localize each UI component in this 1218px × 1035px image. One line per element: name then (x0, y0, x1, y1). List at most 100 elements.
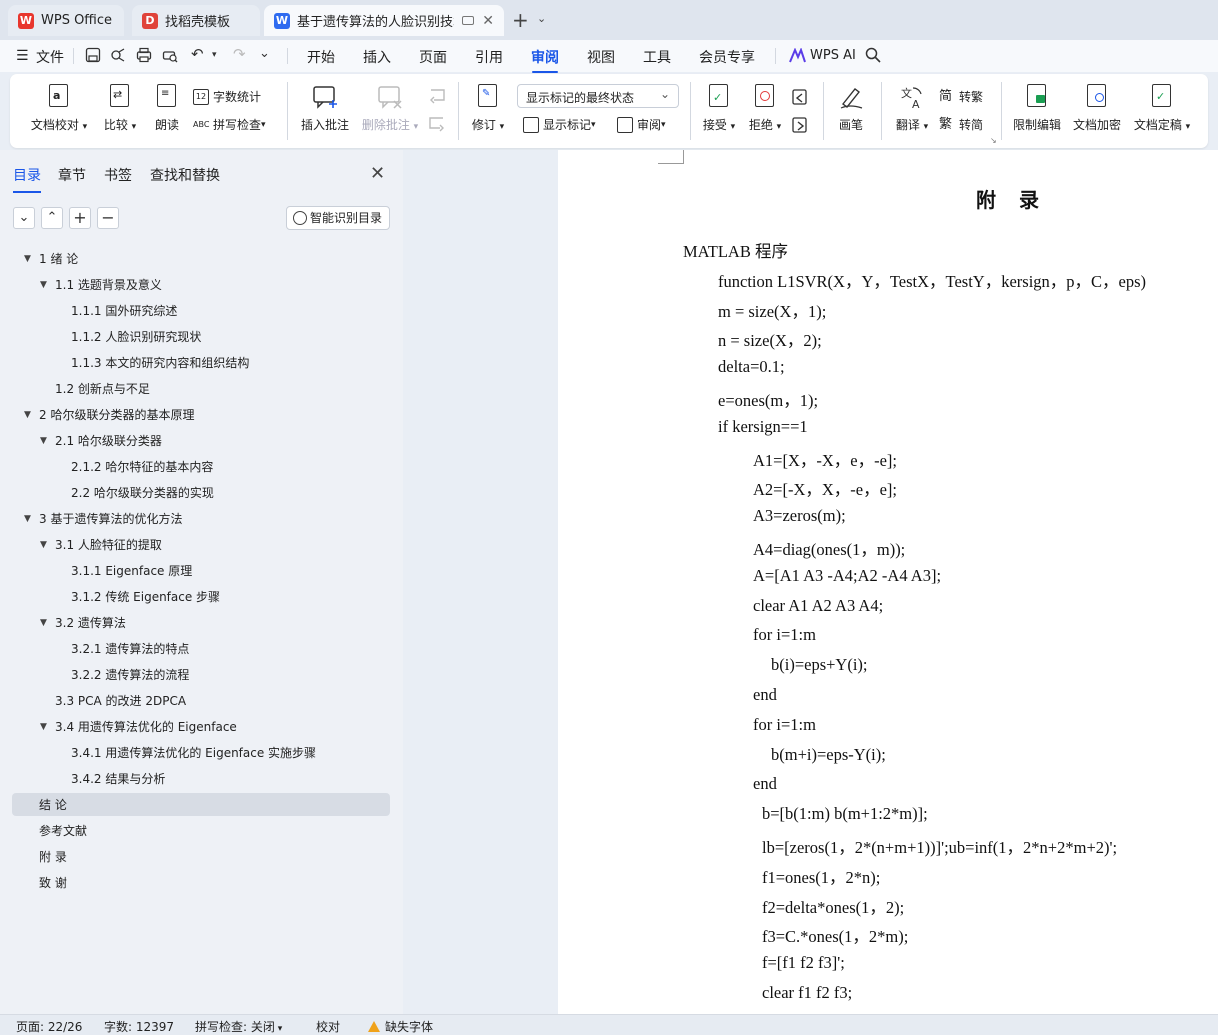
tab-current-document[interactable]: W 基于遗传算法的人脸识别技术 ✕ (264, 5, 504, 36)
toc-item[interactable]: ▼ 2.1 哈尔级联分类器 (40, 430, 162, 452)
toc-item[interactable]: ▼ 3.2 遗传算法 (40, 612, 126, 634)
hamburger-icon[interactable]: ☰ (16, 48, 29, 64)
wps-ai-icon[interactable] (789, 48, 806, 63)
toc-item[interactable]: ▼ 3.4 用遗传算法优化的 Eigenface (40, 716, 237, 738)
toc-item[interactable]: 3.1.1 Eigenface 原理 (71, 560, 192, 582)
word-count-button[interactable]: 12 字数统计 (193, 88, 261, 105)
expand-chevron-icon[interactable]: ⌃ (41, 207, 63, 229)
toc-item[interactable]: 3.2.2 遗传算法的流程 (71, 664, 189, 686)
toc-item[interactable]: 参考文献 (39, 820, 87, 842)
expand-caret-icon[interactable]: ▼ (24, 404, 31, 426)
more-chevron-icon[interactable]: ⌄ (259, 46, 270, 61)
menu-home[interactable]: 开始 (307, 47, 335, 67)
tab-docer-templates[interactable]: D 找稻壳模板 (132, 5, 260, 36)
toc-item[interactable]: 3.1.2 传统 Eigenface 步骤 (71, 586, 220, 608)
nav-tab-toc[interactable]: 目录 (13, 165, 41, 193)
toc-item[interactable]: 1.1.3 本文的研究内容和组织结构 (71, 352, 249, 374)
spell-check-status[interactable]: 拼写检查: 关闭 (195, 1018, 282, 1035)
toc-item[interactable]: 3.4.2 结果与分析 (71, 768, 165, 790)
insert-comment-button[interactable]: 插入批注 (299, 84, 351, 133)
toc-item[interactable]: 2.2 哈尔级联分类器的实现 (71, 482, 214, 504)
menu-page[interactable]: 页面 (419, 47, 447, 67)
menu-view[interactable]: 视图 (587, 47, 615, 67)
share-icon[interactable] (110, 47, 126, 63)
expand-caret-icon[interactable]: ▼ (40, 534, 47, 556)
expand-caret-icon[interactable]: ▼ (24, 248, 31, 270)
toc-item[interactable]: ▼ 2 哈尔级联分类器的基本原理 (24, 404, 194, 426)
close-icon[interactable]: ✕ (370, 163, 385, 184)
doc-check-button[interactable]: a 文档校对 (28, 84, 90, 133)
to-simplified-button[interactable]: 繁 转简 (939, 116, 983, 133)
expand-caret-icon[interactable]: ▼ (40, 716, 47, 738)
print-icon[interactable] (136, 47, 152, 63)
missing-font-status[interactable]: 缺失字体 (368, 1018, 433, 1035)
toc-item[interactable]: 1.2 创新点与不足 (55, 378, 150, 400)
expand-corner-icon[interactable]: ↘ (990, 136, 997, 145)
add-heading-icon[interactable]: + (69, 207, 91, 229)
toc-item[interactable]: 1.1.2 人脸识别研究现状 (71, 326, 201, 348)
tab-wps-office[interactable]: W WPS Office (8, 5, 124, 36)
expand-caret-icon[interactable]: ▼ (40, 430, 47, 452)
next-change-icon[interactable] (791, 116, 809, 134)
chevron-down-icon[interactable]: ▾ (212, 50, 217, 60)
menu-tools[interactable]: 工具 (643, 47, 671, 67)
toc-item[interactable]: 2.1.2 哈尔特征的基本内容 (71, 456, 213, 478)
menu-references[interactable]: 引用 (475, 47, 503, 67)
code-line: A=[A1 A3 -A4;A2 -A4 A3]; (753, 565, 942, 585)
expand-caret-icon[interactable]: ▼ (24, 508, 31, 530)
toc-item[interactable]: 1.1.1 国外研究综述 (71, 300, 177, 322)
translate-button[interactable]: 文A 翻译 (892, 84, 932, 133)
nav-tab-sections[interactable]: 章节 (58, 165, 86, 185)
proofread-status[interactable]: 校对 (316, 1018, 340, 1035)
toc-item[interactable]: 3.2.1 遗传算法的特点 (71, 638, 189, 660)
search-icon[interactable] (865, 47, 881, 63)
undo-icon[interactable]: ↶ (191, 45, 204, 63)
toc-item[interactable]: ▼ 3 基于遗传算法的优化方法 (24, 508, 182, 530)
menu-insert[interactable]: 插入 (363, 47, 391, 67)
read-aloud-button[interactable]: ≡ 朗读 (150, 84, 184, 133)
chevron-down-icon[interactable]: ⌄ (537, 12, 546, 25)
review-pane-button[interactable]: 审阅 (617, 116, 666, 133)
to-traditional-button[interactable]: 简 转繁 (939, 88, 983, 105)
previous-change-icon[interactable] (791, 88, 809, 106)
menu-review[interactable]: 审阅 (531, 47, 559, 73)
menu-wps-ai[interactable]: WPS AI (810, 48, 856, 63)
menu-member[interactable]: 会员专享 (699, 47, 755, 67)
track-changes-button[interactable]: ✎ 修订 (468, 84, 508, 133)
restrict-edit-button[interactable]: 限制编辑 (1011, 84, 1063, 133)
crop-mark (658, 163, 684, 164)
toc-item[interactable]: 3.3 PCA 的改进 2DPCA (55, 690, 186, 712)
window-icon[interactable] (462, 16, 475, 25)
toc-item[interactable]: 附 录 (39, 846, 67, 868)
menu-file[interactable]: 文件 (36, 47, 64, 67)
toc-item[interactable]: ▼ 1.1 选题背景及意义 (40, 274, 162, 296)
nav-tab-bookmarks[interactable]: 书签 (104, 165, 132, 185)
remove-heading-icon[interactable]: − (97, 207, 119, 229)
page-indicator[interactable]: 页面: 22/26 (16, 1018, 82, 1035)
new-tab-icon[interactable]: + (512, 8, 529, 32)
toc-item[interactable]: 3.4.1 用遗传算法优化的 Eigenface 实施步骤 (71, 742, 316, 764)
comment-delete-icon (377, 84, 403, 110)
word-count[interactable]: 字数: 12397 (104, 1018, 174, 1035)
collapse-chevron-icon[interactable]: ⌄ (13, 207, 35, 229)
toc-item[interactable]: 结 论 (39, 794, 67, 816)
expand-caret-icon[interactable]: ▼ (40, 612, 47, 634)
print-preview-icon[interactable] (162, 47, 178, 63)
encrypt-button[interactable]: 文档加密 (1071, 84, 1123, 133)
smart-toc-button[interactable]: 智能识别目录 (286, 206, 390, 230)
close-tab-icon[interactable]: ✕ (482, 13, 494, 29)
markup-state-select[interactable]: 显示标记的最终状态 ⌄ (517, 84, 679, 108)
toc-item[interactable]: ▼ 3.1 人脸特征的提取 (40, 534, 162, 556)
accept-button[interactable]: ✓ 接受 (699, 84, 739, 133)
save-icon[interactable] (85, 47, 101, 63)
spell-check-button[interactable]: ABC 拼写检查 (193, 116, 266, 133)
expand-caret-icon[interactable]: ▼ (40, 274, 47, 296)
reject-button[interactable]: 拒绝 (745, 84, 785, 133)
finalize-button[interactable]: ✓ 文档定稿 (1131, 84, 1193, 133)
pen-button[interactable]: 画笔 (834, 84, 868, 133)
compare-button[interactable]: ⇄ 比较 (98, 84, 142, 133)
show-markup-button[interactable]: 显示标记 (523, 116, 596, 133)
toc-item[interactable]: ▼ 1 绪 论 (24, 248, 78, 270)
nav-tab-find-replace[interactable]: 查找和替换 (150, 165, 220, 185)
toc-item[interactable]: 致 谢 (39, 872, 67, 894)
